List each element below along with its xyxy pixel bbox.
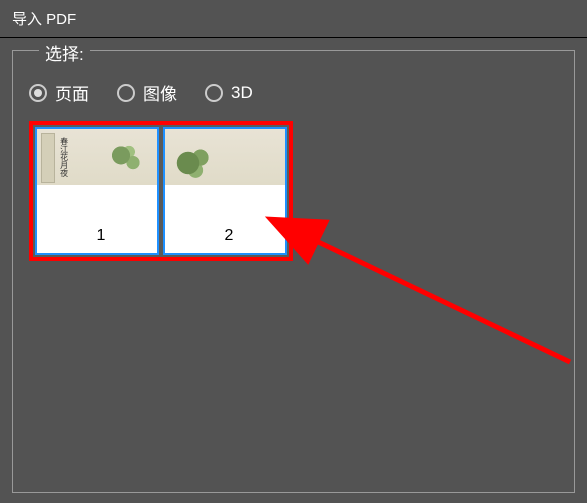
radio-icon [205,84,223,102]
selection-panel: 选择: 页面 图像 3D 春江花月夜 1 2 [12,50,575,493]
radio-pages[interactable]: 页面 [29,80,89,105]
thumbnail-page-number: 2 [167,223,287,251]
thumbnail-preview: 春江花月夜 1 [35,127,159,255]
radio-images-label: 图像 [143,80,177,105]
radio-3d-label: 3D [231,83,253,103]
radio-icon [29,84,47,102]
radio-icon [117,84,135,102]
thumbnail-page-2[interactable]: 2 [161,125,289,257]
thumbnail-page-number: 1 [39,223,159,251]
panel-label: 选择: [39,40,90,65]
import-mode-radio-group: 页面 图像 3D [29,80,558,105]
radio-pages-label: 页面 [55,80,89,105]
window-title-bar: 导入 PDF [0,0,587,38]
page-thumbnails: 春江花月夜 1 2 [29,121,293,261]
thumbnail-artwork-icon [165,129,285,185]
thumbnail-page-1[interactable]: 春江花月夜 1 [33,125,161,257]
radio-3d[interactable]: 3D [205,80,253,105]
window-title: 导入 PDF [12,11,76,28]
calligraphy-text-icon: 春江花月夜 [59,137,69,177]
radio-images[interactable]: 图像 [117,80,177,105]
thumbnail-preview: 2 [163,127,287,255]
thumbnail-artwork-icon: 春江花月夜 [37,129,157,185]
